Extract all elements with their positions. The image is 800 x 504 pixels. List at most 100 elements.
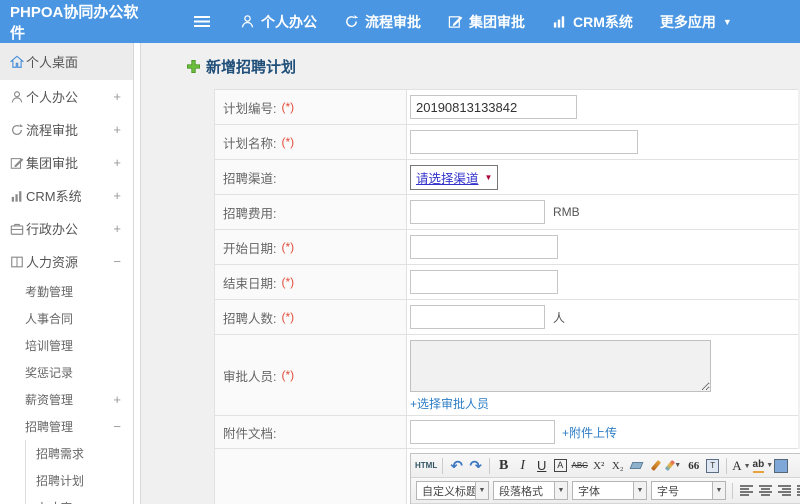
- page-title: 新增招聘计划: [187, 56, 800, 77]
- headcount-input[interactable]: [410, 305, 545, 329]
- attachment-upload-link[interactable]: +附件上传: [562, 424, 617, 441]
- auto-format-icon[interactable]: ▼: [665, 456, 683, 475]
- align-justify-icon[interactable]: [795, 481, 800, 500]
- paste-text-icon[interactable]: T: [704, 456, 721, 475]
- plan-code-input[interactable]: [410, 95, 577, 119]
- form-row-start-date: 开始日期: (*): [215, 230, 798, 265]
- approvers-textarea[interactable]: [410, 340, 711, 392]
- field-label: 审批人员:: [223, 369, 277, 384]
- rich-text-editor: HTML ↶ ↷ B I U A ABC X² X₂ ▼ 66 T A ▼ ab…: [410, 453, 800, 504]
- sidebar: 个人桌面 个人办公 + 流程审批 + 集团审批 + CRM系统 + 行政办公 +…: [0, 43, 133, 504]
- fee-input[interactable]: [410, 200, 545, 224]
- blockquote-button[interactable]: 66: [685, 456, 702, 475]
- form-row-fee: 招聘费用: RMB: [215, 195, 798, 230]
- caret-down-icon: ▼: [722, 16, 732, 27]
- field-label: 结束日期:: [223, 276, 277, 291]
- sidebar-item-desktop[interactable]: 个人桌面: [0, 43, 133, 80]
- bold-button[interactable]: B: [495, 456, 512, 475]
- recruit-submenu: 招聘需求 招聘计划 人才库: [25, 440, 133, 504]
- required-marker: (*): [281, 275, 295, 289]
- plan-name-input[interactable]: [410, 130, 638, 154]
- expand-plus-icon[interactable]: +: [113, 155, 121, 170]
- redo-icon[interactable]: ↷: [467, 456, 484, 475]
- person-icon: [241, 15, 254, 28]
- select-arrow-icon: ▼: [484, 172, 493, 182]
- sidebar-item-process-approval[interactable]: 流程审批 +: [0, 113, 133, 146]
- field-label: 开始日期:: [223, 241, 277, 256]
- expand-plus-icon[interactable]: +: [113, 89, 121, 104]
- combo-arrow-icon: ▼: [712, 482, 725, 499]
- sidebar-item-recruit-plan[interactable]: 招聘计划: [26, 467, 133, 494]
- eraser-icon[interactable]: [628, 456, 645, 475]
- sidebar-item-admin-office[interactable]: 行政办公 +: [0, 212, 133, 245]
- expand-plus-icon[interactable]: +: [113, 122, 121, 137]
- sidebar-item-rewards[interactable]: 奖惩记录: [0, 359, 133, 386]
- collapse-minus-icon[interactable]: −: [113, 419, 121, 434]
- channel-select[interactable]: 请选择渠道 ▼: [410, 164, 499, 190]
- end-date-input[interactable]: [410, 270, 558, 294]
- required-marker: (*): [281, 135, 295, 149]
- sidebar-item-crm[interactable]: CRM系统 +: [0, 179, 133, 212]
- sidebar-item-hr[interactable]: 人力资源 −: [0, 245, 133, 278]
- chart-icon: [10, 188, 25, 203]
- field-label: 计划名称:: [223, 136, 277, 151]
- sidebar-item-recruit-mgmt[interactable]: 招聘管理 −: [0, 413, 133, 440]
- sidebar-splitter[interactable]: [133, 43, 141, 504]
- nav-item-process-approval[interactable]: 流程审批: [344, 12, 421, 32]
- nav-item-more-apps[interactable]: 更多应用 ▼: [660, 12, 732, 32]
- italic-button[interactable]: I: [514, 456, 531, 475]
- nav-item-personal-office[interactable]: 个人办公: [240, 12, 317, 32]
- attachment-input[interactable]: [410, 420, 555, 444]
- recruit-plan-form: 计划编号: (*) 计划名称: (*) 招聘渠道: 请选择渠道 ▼: [214, 89, 800, 504]
- hamburger-menu-icon[interactable]: [194, 16, 210, 27]
- chart-icon: [553, 16, 565, 28]
- sidebar-item-personal-office[interactable]: 个人办公 +: [0, 80, 133, 113]
- form-row-approvers: 审批人员: (*) +选择审批人员: [215, 335, 798, 416]
- sidebar-item-group-approval[interactable]: 集团审批 +: [0, 146, 133, 179]
- font-family-combo[interactable]: 字体 ▼: [572, 481, 647, 500]
- font-size-combo[interactable]: 字号 ▼: [651, 481, 726, 500]
- sidebar-item-attendance[interactable]: 考勤管理: [0, 278, 133, 305]
- home-icon: [10, 54, 25, 69]
- expand-plus-icon[interactable]: +: [113, 392, 121, 407]
- sidebar-item-training[interactable]: 培训管理: [0, 332, 133, 359]
- nav-item-crm[interactable]: CRM系统: [552, 12, 633, 32]
- align-center-icon[interactable]: [757, 481, 774, 500]
- undo-icon[interactable]: ↶: [448, 456, 465, 475]
- align-right-icon[interactable]: [776, 481, 793, 500]
- align-left-icon[interactable]: [738, 481, 755, 500]
- subscript-button[interactable]: X₂: [609, 456, 626, 475]
- sidebar-item-recruit-demand[interactable]: 招聘需求: [26, 440, 133, 467]
- superscript-button[interactable]: X²: [590, 456, 607, 475]
- html-source-button[interactable]: HTML: [415, 456, 437, 475]
- book-icon: [10, 254, 25, 269]
- expand-plus-icon[interactable]: +: [113, 188, 121, 203]
- highlight-color-button[interactable]: ab ▼: [752, 456, 773, 475]
- paragraph-format-combo[interactable]: 段落格式 ▼: [493, 481, 568, 500]
- sidebar-item-hr-contract[interactable]: 人事合同: [0, 305, 133, 332]
- editor-toolbar-row1: HTML ↶ ↷ B I U A ABC X² X₂ ▼ 66 T A ▼ ab…: [411, 454, 800, 478]
- font-color-button[interactable]: A ▼: [732, 456, 750, 475]
- strikethrough-button[interactable]: ABC: [571, 456, 588, 475]
- underline-button[interactable]: U: [533, 456, 550, 475]
- field-label: 招聘渠道:: [223, 171, 277, 186]
- choose-approvers-link[interactable]: +选择审批人员: [410, 397, 489, 411]
- start-date-input[interactable]: [410, 235, 558, 259]
- plus-icon: [187, 60, 200, 73]
- format-brush-icon[interactable]: [647, 456, 664, 475]
- combo-arrow-icon: ▼: [633, 482, 646, 499]
- fee-unit-label: RMB: [553, 205, 580, 219]
- clipped-toolbar-icon[interactable]: [774, 458, 789, 473]
- field-label: 招聘费用:: [223, 206, 277, 221]
- top-nav: 个人办公 流程审批 集团审批 CRM系统 更多应用 ▼: [240, 12, 759, 32]
- expand-plus-icon[interactable]: +: [113, 221, 121, 236]
- collapse-minus-icon[interactable]: −: [113, 254, 121, 269]
- custom-title-combo[interactable]: 自定义标题 ▼: [416, 481, 489, 500]
- combo-arrow-icon: ▼: [554, 482, 567, 499]
- edit-icon: [448, 16, 463, 28]
- required-marker: (*): [281, 100, 295, 114]
- sidebar-item-talent-pool[interactable]: 人才库: [26, 494, 133, 504]
- nav-item-group-approval[interactable]: 集团审批: [448, 12, 525, 32]
- sidebar-item-salary[interactable]: 薪资管理 +: [0, 386, 133, 413]
- border-text-button[interactable]: A: [554, 459, 568, 472]
